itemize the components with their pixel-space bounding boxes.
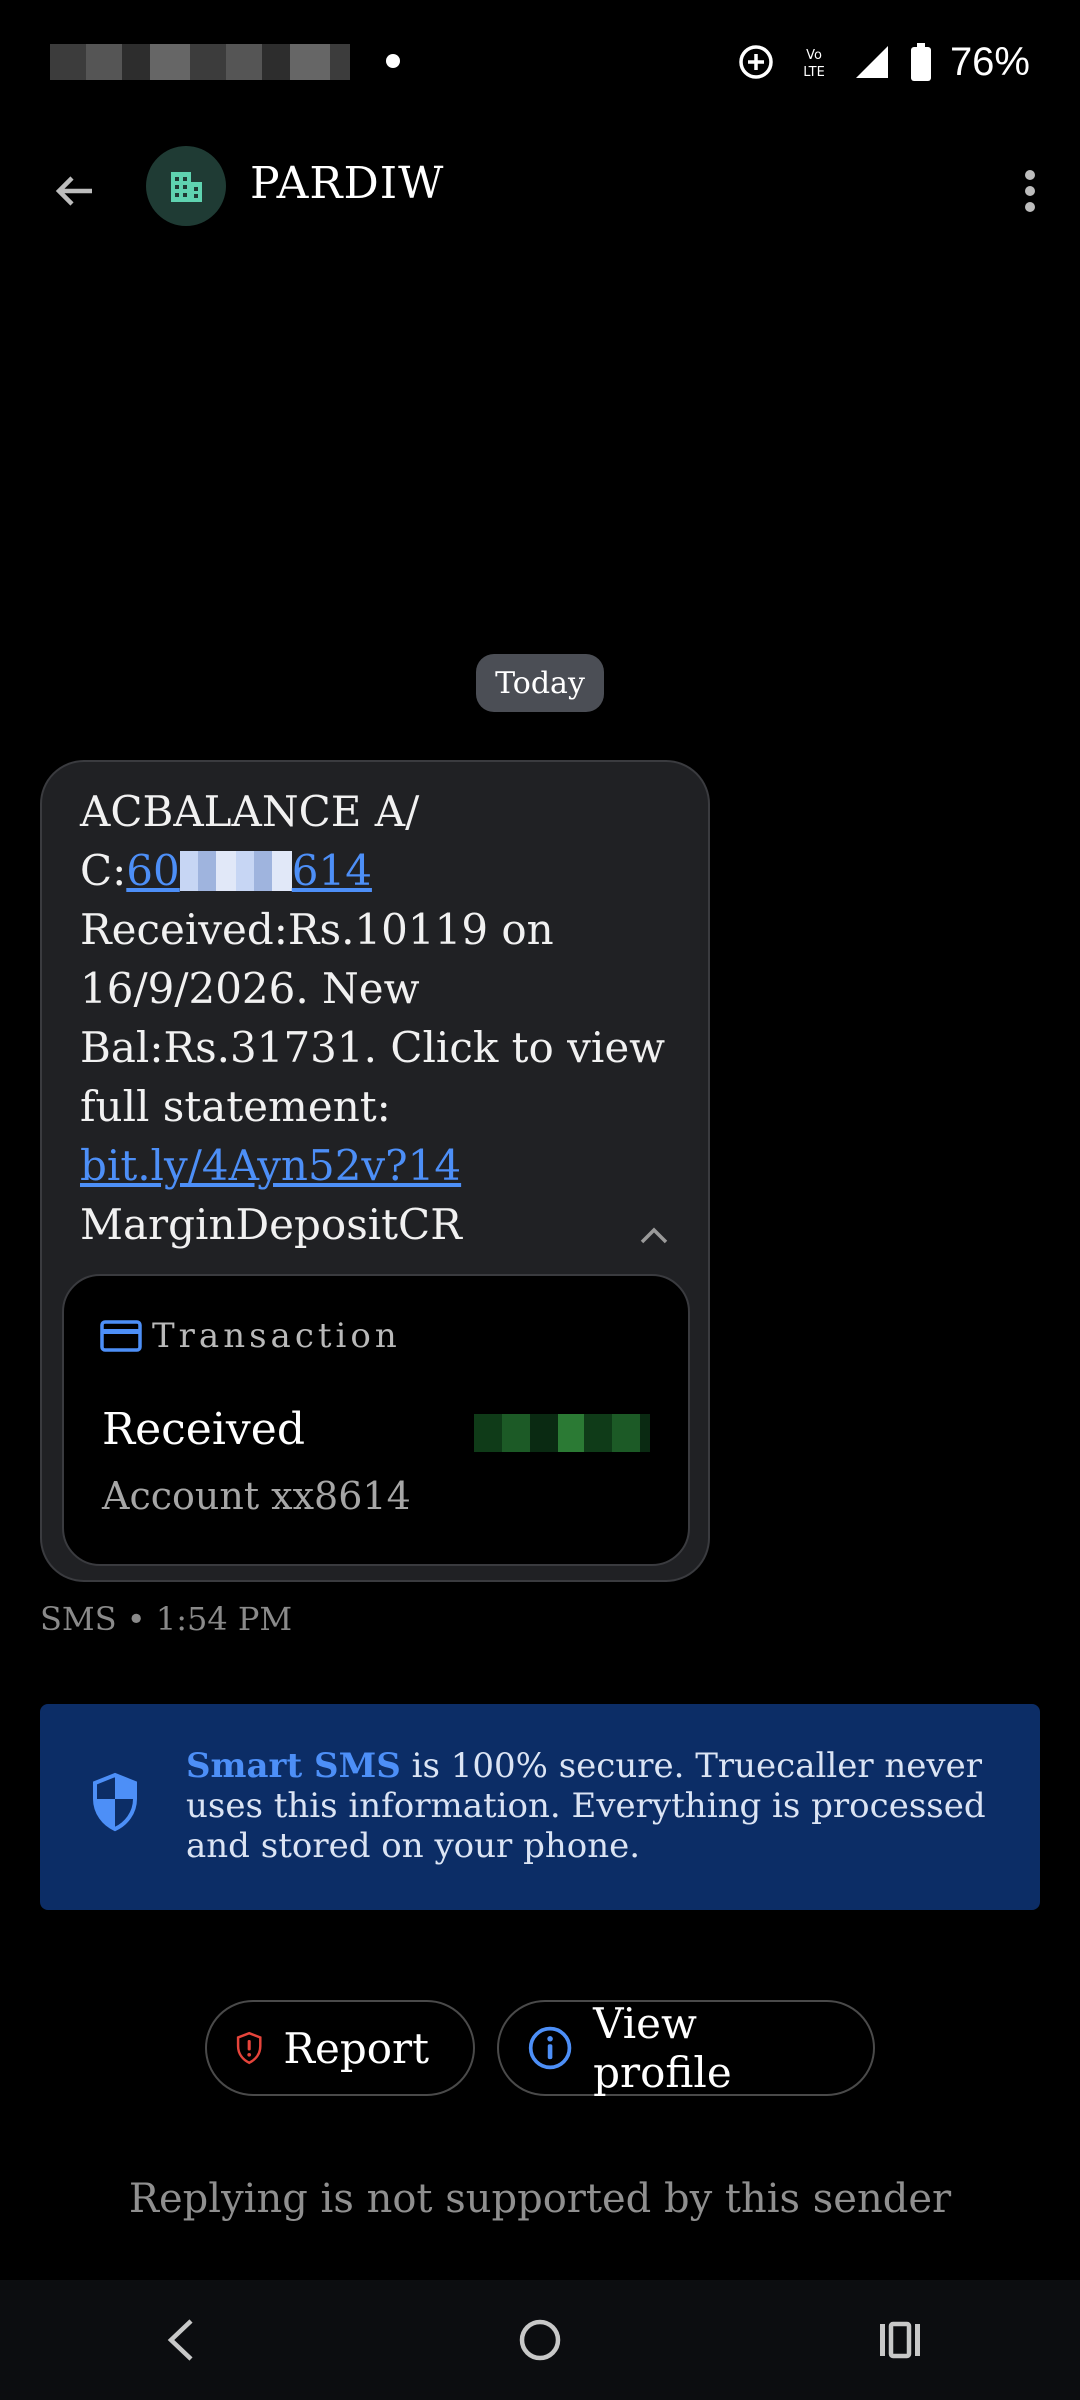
nav-recents-button[interactable] — [840, 2290, 960, 2390]
back-button[interactable] — [40, 156, 110, 226]
transaction-title: Transaction — [152, 1316, 401, 1356]
credit-card-icon — [100, 1320, 142, 1352]
banner-text: Smart SMS is 100% secure. Truecaller nev… — [186, 1746, 1016, 1866]
report-shield-icon — [236, 2031, 262, 2065]
message-bubble[interactable]: ACBALANCE A/ C:60 614 Received:Rs.10119 o… — [40, 760, 710, 1582]
blurred-notification-icons — [50, 44, 350, 80]
message-body: Received:Rs.10119 on 16/9/2026. New Bal:… — [80, 905, 666, 1131]
transaction-account: Account xx8614 — [102, 1474, 411, 1518]
message-line-1: ACBALANCE A/ — [80, 787, 420, 836]
transaction-header: Transaction — [100, 1316, 401, 1356]
report-label: Report — [283, 2023, 429, 2073]
security-shield — [90, 1772, 140, 1837]
report-button[interactable]: Report — [205, 2000, 475, 2096]
sender-avatar[interactable] — [146, 146, 226, 226]
view-profile-label: View profile — [593, 1999, 732, 2097]
transaction-card[interactable]: Transaction Received Account xx8614 — [62, 1274, 690, 1566]
signal-icon — [855, 46, 888, 78]
message-meta: SMS • 1:54 PM — [40, 1600, 293, 1638]
account-number-link[interactable]: 60 614 — [126, 846, 372, 895]
masked-amount — [474, 1414, 650, 1452]
date-chip: Today — [476, 654, 604, 712]
data-saver-icon — [739, 45, 773, 79]
battery-percent: 76% — [949, 39, 1030, 84]
app-bar: PARDIW — [0, 126, 1080, 256]
more-vert-icon — [1025, 170, 1035, 212]
svg-text:LTE: LTE — [803, 65, 825, 80]
message-text[interactable]: ACBALANCE A/ C:60 614 Received:Rs.10119 o… — [80, 782, 680, 1254]
arrow-back-icon — [55, 176, 92, 206]
status-icons: Vo LTE 76% — [736, 34, 1030, 90]
status-bar: Vo LTE 76% — [0, 0, 1080, 126]
battery-icon — [910, 43, 931, 81]
collapse-button[interactable] — [632, 1214, 676, 1258]
shield-icon — [93, 1772, 137, 1832]
account-prefix: C: — [80, 846, 127, 895]
masked-digits — [179, 851, 292, 891]
nav-home-button[interactable] — [480, 2290, 600, 2390]
info-icon — [528, 2026, 572, 2070]
system-nav-bar — [0, 2280, 1080, 2400]
sender-name[interactable]: PARDIW — [250, 158, 444, 209]
building-icon — [171, 172, 202, 202]
statement-link[interactable]: bit.ly/4Ayn52v?14 — [80, 1141, 461, 1190]
notification-dot-icon — [386, 54, 400, 68]
view-profile-button[interactable]: View profile — [497, 1999, 875, 2097]
smart-sms-banner: Smart SMS is 100% secure. Truecaller nev… — [40, 1704, 1040, 1910]
reply-not-supported-note: Replying is not supported by this sender — [128, 2176, 952, 2222]
nav-recents-icon — [880, 2321, 920, 2359]
more-options-button[interactable] — [1000, 156, 1060, 226]
action-buttons: Report View profile — [0, 1999, 1080, 2097]
nav-back-icon — [167, 2319, 193, 2361]
chevron-up-icon — [640, 1227, 668, 1244]
transaction-status: Received — [102, 1404, 305, 1455]
volte-icon: Vo LTE — [803, 48, 825, 80]
smart-sms-label: Smart SMS — [186, 1746, 401, 1786]
nav-home-icon — [519, 2319, 561, 2361]
svg-text:Vo: Vo — [806, 48, 822, 63]
message-footer: MarginDepositCR — [80, 1200, 462, 1249]
nav-back-button[interactable] — [120, 2290, 240, 2390]
